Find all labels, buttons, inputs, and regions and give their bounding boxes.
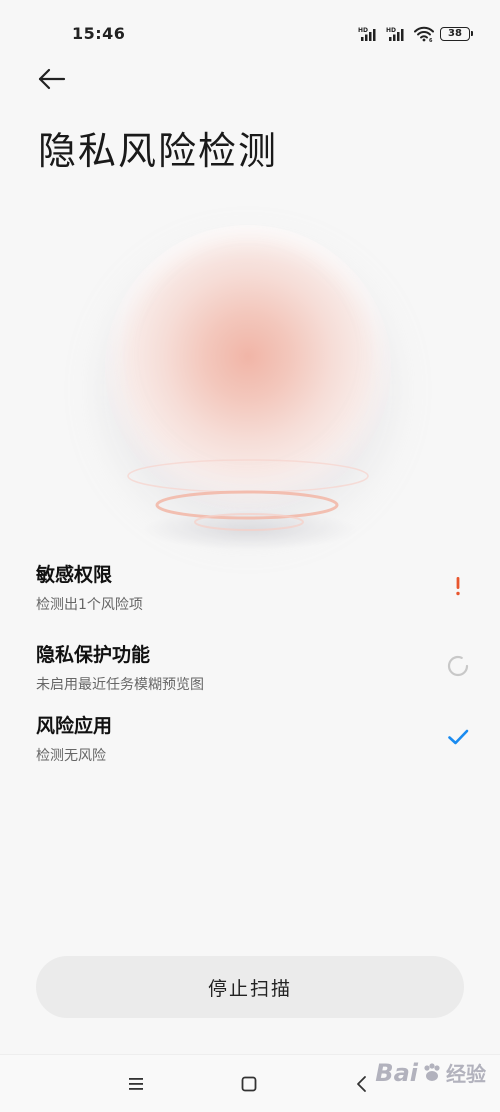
watermark-brand-2: 经验 <box>446 1062 486 1086</box>
list-item-risky-apps[interactable]: 风险应用 检测无风险 <box>0 711 500 771</box>
list-item-privacy-protection[interactable]: 隐私保护功能 未启用最近任务模糊预览图 <box>0 640 500 700</box>
watermark-brand: Bai <box>375 1058 418 1087</box>
warning-icon <box>446 574 470 598</box>
signal-hd-2-icon: HD <box>386 27 404 41</box>
item-subtitle: 未启用最近任务模糊预览图 <box>36 677 204 693</box>
paw-logo-icon <box>424 1062 440 1081</box>
signal-hd-label-1: HD <box>358 27 368 34</box>
loading-icon <box>446 654 470 678</box>
baidu-watermark: Bai 经验 <box>375 1058 486 1087</box>
arrow-left-icon <box>38 68 66 90</box>
check-icon <box>446 725 470 749</box>
item-title: 敏感权限 <box>36 564 113 586</box>
item-subtitle: 检测出1个风险项 <box>36 597 143 613</box>
status-icons: HD HD 6 38 <box>358 26 473 42</box>
home-nav-button[interactable] <box>235 1070 263 1098</box>
wifi-label: 6 <box>429 38 433 42</box>
page-title: 隐私风险检测 <box>38 129 279 173</box>
home-square-icon <box>241 1076 257 1092</box>
battery-indicator: 38 <box>440 27 473 41</box>
back-nav-button[interactable] <box>348 1070 376 1098</box>
scan-orb-illustration <box>100 225 400 555</box>
status-time: 15:46 <box>72 24 126 43</box>
menu-nav-button[interactable] <box>122 1070 150 1098</box>
back-button[interactable] <box>36 64 68 94</box>
list-item-sensitive-permissions[interactable]: 敏感权限 检测出1个风险项 <box>0 560 500 620</box>
item-title: 风险应用 <box>36 715 113 737</box>
item-subtitle: 检测无风险 <box>36 748 106 764</box>
orb-rings <box>127 459 369 531</box>
wifi-icon: 6 <box>414 26 434 42</box>
menu-icon <box>129 1078 143 1090</box>
status-bar: 15:46 HD HD 6 38 <box>0 0 500 70</box>
stop-scan-button[interactable]: 停止扫描 <box>36 956 464 1018</box>
item-title: 隐私保护功能 <box>36 644 151 666</box>
signal-hd-icon: HD <box>358 27 376 41</box>
chevron-left-icon <box>357 1076 366 1092</box>
signal-hd-label-2: HD <box>386 27 396 34</box>
